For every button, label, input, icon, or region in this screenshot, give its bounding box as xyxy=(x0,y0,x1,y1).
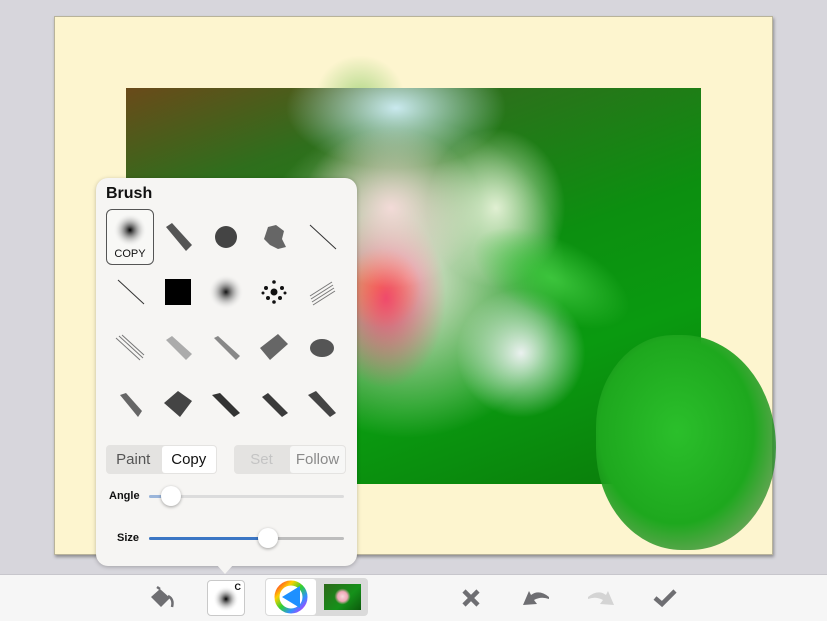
copy-option[interactable]: Copy xyxy=(161,446,216,473)
done-button[interactable] xyxy=(651,584,679,612)
set-option[interactable]: Set xyxy=(234,445,289,474)
smudge-brush-icon xyxy=(310,339,334,357)
paint-copy-segment: Paint Copy xyxy=(106,445,217,474)
image-button[interactable] xyxy=(320,582,365,612)
brush-hatch[interactable] xyxy=(298,264,346,320)
thin-line-2-brush-icon xyxy=(117,279,145,305)
hatch-brush-icon xyxy=(309,281,336,306)
brush-preview-button[interactable]: C xyxy=(207,580,245,616)
brush-dry[interactable] xyxy=(106,377,154,433)
rough-bristle-brush-icon xyxy=(308,391,336,417)
paint-bucket-icon xyxy=(151,585,174,608)
pencil-lines-brush-icon xyxy=(115,334,145,361)
crayon-brush-icon xyxy=(214,336,240,360)
image-thumbnail xyxy=(324,584,361,610)
brush-crayon[interactable] xyxy=(202,320,250,376)
paint-option[interactable]: Paint xyxy=(106,445,161,474)
set-follow-segment: Set Follow xyxy=(234,445,346,474)
redo-button[interactable] xyxy=(585,584,617,612)
hard-round-brush-icon xyxy=(215,226,237,248)
splatter-brush-icon xyxy=(264,225,286,249)
marker-brush-icon xyxy=(262,393,288,417)
airbrush-brush-icon xyxy=(208,274,244,310)
color-wheel-icon xyxy=(274,580,308,614)
brush-square[interactable] xyxy=(154,264,202,320)
brush-thin-line-2[interactable] xyxy=(106,264,154,320)
cancel-button[interactable] xyxy=(457,584,485,612)
brush-hard-round[interactable] xyxy=(202,209,250,265)
undo-button[interactable] xyxy=(520,584,552,612)
dry-brush-icon xyxy=(120,393,142,417)
brush-airbrush[interactable] xyxy=(202,264,250,320)
brush-marker[interactable] xyxy=(250,377,298,433)
color-button[interactable] xyxy=(266,579,316,615)
dots-brush-icon xyxy=(261,280,287,304)
square-brush-icon xyxy=(165,279,191,305)
brush-dots[interactable] xyxy=(250,264,298,320)
bottom-toolbar: C xyxy=(0,574,827,621)
brush-rough-bristle[interactable] xyxy=(298,377,346,433)
brush-ink-wash[interactable] xyxy=(154,377,202,433)
copy-mode-badge: C xyxy=(234,582,242,592)
angle-slider[interactable] xyxy=(149,486,344,506)
color-image-group xyxy=(265,578,368,616)
size-slider-fill xyxy=(149,537,265,540)
brush-chalk[interactable] xyxy=(154,320,202,376)
chalk-brush-icon xyxy=(166,336,192,360)
brush-charcoal[interactable] xyxy=(154,209,202,265)
size-slider[interactable] xyxy=(149,528,344,548)
brush-splatter[interactable] xyxy=(250,209,298,265)
soft-round-brush-icon xyxy=(113,213,147,247)
follow-option[interactable]: Follow xyxy=(290,446,345,473)
popover-arrow xyxy=(216,564,234,574)
scribble-brush-icon xyxy=(260,334,288,360)
charcoal-brush-icon xyxy=(166,223,192,251)
undo-icon xyxy=(523,591,549,605)
brush-pencil-lines[interactable] xyxy=(106,320,154,376)
size-label: Size xyxy=(117,532,140,544)
brush-smudge[interactable] xyxy=(298,320,346,376)
brush-scribble[interactable] xyxy=(250,320,298,376)
brush-soft-round[interactable]: COPY xyxy=(106,209,154,265)
ink-wash-brush-icon xyxy=(164,391,192,417)
angle-slider-thumb[interactable] xyxy=(160,486,181,506)
checkmark-icon xyxy=(653,589,677,608)
size-slider-thumb[interactable] xyxy=(258,528,279,548)
fill-button[interactable] xyxy=(146,583,178,613)
bristle-brush-icon xyxy=(212,393,240,417)
brush-thin-line[interactable] xyxy=(298,209,346,265)
brush-popover: Brush COPY Paint Copy Set Follow Angle S… xyxy=(96,178,357,566)
thin-line-brush-icon xyxy=(309,224,337,250)
angle-label: Angle xyxy=(109,490,140,502)
copy-badge: COPY xyxy=(114,248,146,260)
brush-bristle[interactable] xyxy=(202,377,250,433)
popover-title: Brush xyxy=(106,185,153,202)
close-icon xyxy=(462,589,480,607)
redo-icon xyxy=(588,591,614,605)
